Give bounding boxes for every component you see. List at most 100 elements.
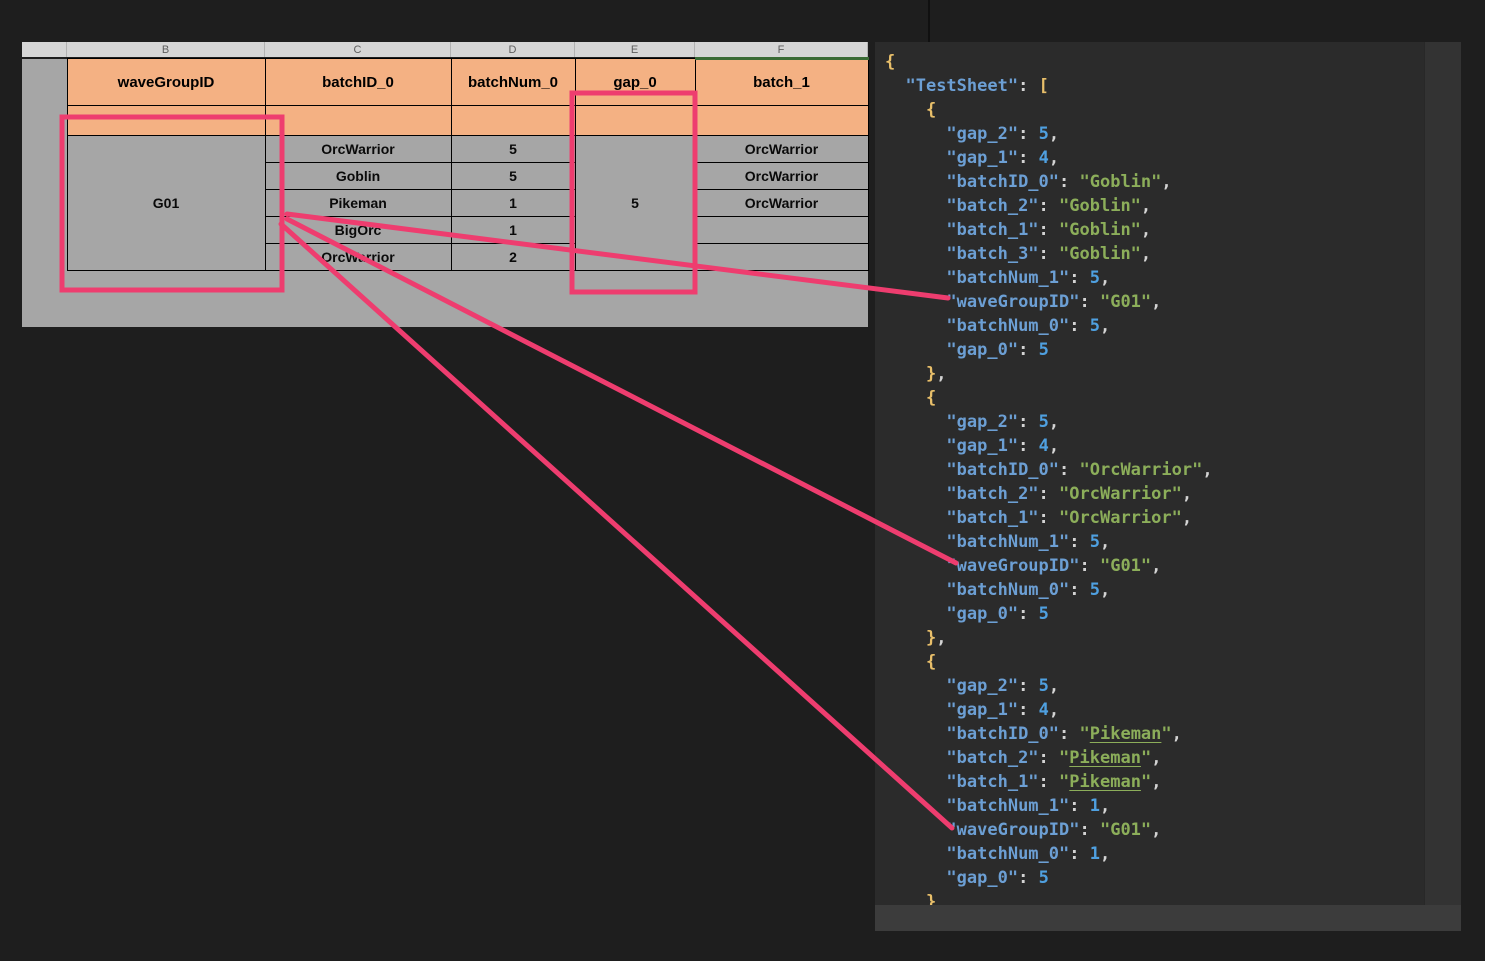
json-string: "G01"	[1099, 820, 1152, 840]
column-letter-C[interactable]: C	[265, 42, 451, 57]
header-cell-gap_0[interactable]: gap_0	[574, 58, 696, 106]
json-punct: ,	[1099, 316, 1111, 336]
code-line[interactable]: "batchNum_0": 5,	[885, 314, 1213, 338]
json-brace: [	[1038, 76, 1049, 96]
code-line[interactable]: "batchNum_1": 1,	[885, 794, 1213, 818]
code-line[interactable]: "batchID_0": "Goblin",	[885, 170, 1213, 194]
code-line[interactable]: "batch_1": "Goblin",	[885, 218, 1213, 242]
code-line[interactable]: "gap_2": 5,	[885, 410, 1213, 434]
code-line[interactable]: {	[885, 50, 1213, 74]
json-punct	[885, 268, 946, 288]
column-letters-row: BCDEF	[22, 42, 868, 57]
cell-batch_1[interactable]: OrcWarrior	[694, 189, 869, 217]
code-line[interactable]: "batchID_0": "OrcWarrior",	[885, 458, 1213, 482]
code-line[interactable]: "batchNum_0": 5,	[885, 578, 1213, 602]
code-editor-panel[interactable]: { "TestSheet": [ { "gap_2": 5, "gap_1": …	[875, 42, 1461, 931]
json-string: "	[1140, 748, 1152, 768]
json-key: "gap_0"	[946, 340, 1019, 360]
header-cell-batchID_0[interactable]: batchID_0	[264, 58, 452, 106]
json-punct: ,	[1151, 772, 1162, 792]
header-cell-waveGroupID[interactable]: waveGroupID	[66, 58, 266, 106]
json-punct: ,	[1202, 460, 1213, 480]
column-letter-E[interactable]: E	[575, 42, 695, 57]
code-line[interactable]: "gap_1": 4,	[885, 434, 1213, 458]
code-line[interactable]: "gap_0": 5	[885, 866, 1213, 890]
header-cell-batch_1[interactable]: batch_1	[694, 57, 869, 106]
code-line[interactable]: "waveGroupID": "G01",	[885, 818, 1213, 842]
orange-cell-batchNum_0[interactable]	[450, 105, 576, 136]
code-line[interactable]: "waveGroupID": "G01",	[885, 554, 1213, 578]
code-line[interactable]: "waveGroupID": "G01",	[885, 290, 1213, 314]
json-punct: :	[1038, 772, 1060, 792]
code-line[interactable]: {	[885, 98, 1213, 122]
json-number: 5	[1038, 124, 1049, 144]
code-line[interactable]: "batch_2": "Pikeman",	[885, 746, 1213, 770]
code-line[interactable]: "batch_1": "Pikeman",	[885, 770, 1213, 794]
cell-batchID_0[interactable]: OrcWarrior	[264, 243, 452, 271]
column-letter-D[interactable]: D	[451, 42, 575, 57]
orange-cell-batch_1[interactable]	[694, 105, 869, 136]
code-line[interactable]: {	[885, 386, 1213, 410]
json-punct: :	[1069, 268, 1090, 288]
json-key: "batchNum_1"	[946, 796, 1070, 816]
cell-batch_1[interactable]	[694, 216, 869, 244]
cell-batchID_0[interactable]: Goblin	[264, 162, 452, 190]
cell-batchNum_0[interactable]: 5	[450, 162, 576, 190]
code-line[interactable]: "gap_0": 5	[885, 602, 1213, 626]
vertical-scrollbar[interactable]	[1424, 42, 1461, 905]
code-line[interactable]: "batchNum_1": 5,	[885, 266, 1213, 290]
column-letter-B[interactable]: B	[67, 42, 265, 57]
orange-cell-gap_0[interactable]	[574, 105, 696, 136]
cell-batchNum_0[interactable]: 1	[450, 189, 576, 217]
code-line[interactable]: "gap_1": 4,	[885, 698, 1213, 722]
cell-batch_1[interactable]: OrcWarrior	[694, 135, 869, 163]
code-line[interactable]: "batch_1": "OrcWarrior",	[885, 506, 1213, 530]
code-line[interactable]: "TestSheet": [	[885, 74, 1213, 98]
json-key: "gap_0"	[946, 604, 1019, 624]
json-punct: ,	[1048, 676, 1060, 696]
horizontal-scrollbar[interactable]	[875, 905, 1461, 931]
code-text[interactable]: { "TestSheet": [ { "gap_2": 5, "gap_1": …	[885, 50, 1213, 914]
column-letter[interactable]	[22, 42, 67, 57]
code-line[interactable]: "batch_2": "Goblin",	[885, 194, 1213, 218]
cell-batchID_0[interactable]: OrcWarrior	[264, 135, 452, 163]
code-line[interactable]: {	[885, 650, 1213, 674]
json-brace: }	[925, 628, 937, 648]
json-string: "Goblin"	[1059, 220, 1141, 240]
json-punct: ,	[1151, 820, 1162, 840]
code-line[interactable]: "batchNum_1": 5,	[885, 530, 1213, 554]
cell-batchID_0[interactable]: Pikeman	[264, 189, 452, 217]
json-punct	[885, 460, 946, 480]
json-punct	[885, 868, 946, 888]
code-line[interactable]: },	[885, 362, 1213, 386]
code-line[interactable]: "gap_1": 4,	[885, 146, 1213, 170]
column-letter-F[interactable]: F	[695, 42, 868, 57]
merged-cell-waveGroupID[interactable]: G01	[66, 135, 266, 271]
orange-cell-waveGroupID[interactable]	[66, 105, 266, 136]
json-punct: :	[1038, 484, 1060, 504]
json-key: "batchNum_1"	[946, 532, 1070, 552]
orange-cell-batchID_0[interactable]	[264, 105, 452, 136]
cell-batch_1[interactable]: OrcWarrior	[694, 162, 869, 190]
merged-cell-gap_0[interactable]: 5	[574, 135, 696, 271]
json-punct: ,	[1151, 556, 1162, 576]
code-line[interactable]: },	[885, 626, 1213, 650]
cell-batchNum_0[interactable]: 2	[450, 243, 576, 271]
json-punct: ,	[1181, 508, 1193, 528]
code-line[interactable]: "batch_2": "OrcWarrior",	[885, 482, 1213, 506]
sheet-filler[interactable]	[67, 270, 868, 327]
window-divider-line	[928, 0, 930, 42]
header-cell-batchNum_0[interactable]: batchNum_0	[450, 58, 576, 106]
code-line[interactable]: "batch_3": "Goblin",	[885, 242, 1213, 266]
json-key: "gap_1"	[946, 148, 1019, 168]
code-line[interactable]: "gap_0": 5	[885, 338, 1213, 362]
code-line[interactable]: "batchNum_0": 1,	[885, 842, 1213, 866]
cell-batchNum_0[interactable]: 5	[450, 135, 576, 163]
cell-batchID_0[interactable]: BigOrc	[264, 216, 452, 244]
cell-batchNum_0[interactable]: 1	[450, 216, 576, 244]
code-line[interactable]: "gap_2": 5,	[885, 122, 1213, 146]
code-line[interactable]: "gap_2": 5,	[885, 674, 1213, 698]
cell-batch_1[interactable]	[694, 243, 869, 271]
column-a-sliver[interactable]	[22, 58, 67, 327]
code-line[interactable]: "batchID_0": "Pikeman",	[885, 722, 1213, 746]
